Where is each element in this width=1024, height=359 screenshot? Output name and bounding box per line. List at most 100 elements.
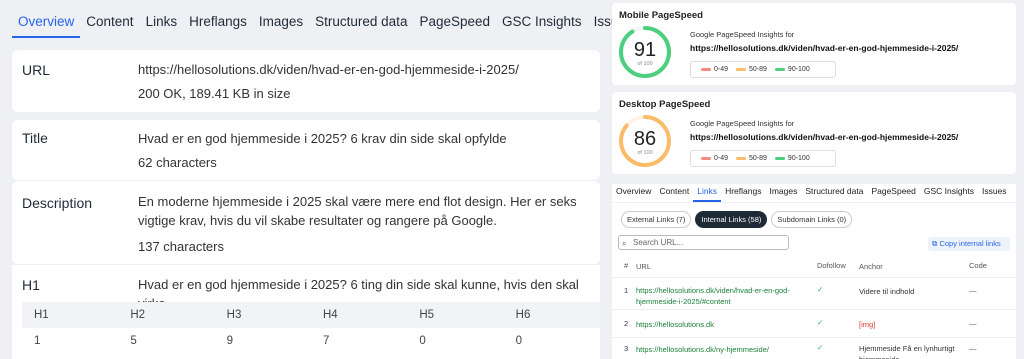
link-anchor: Hjemmeside Få en lynhurtigt hjemmeside [859, 344, 955, 359]
link-code: — [969, 344, 977, 353]
legend-red: 0-49 [701, 66, 728, 73]
title-char-count: 62 characters [138, 155, 217, 170]
external-links-pill[interactable]: External Links (7) [621, 211, 692, 228]
legend-orange: 50-89 [736, 155, 767, 162]
table-row: 3 https://hellosolutions.dk/ny-hjemmesid… [612, 337, 1016, 359]
heading-col-h5: H5 [419, 309, 435, 321]
legend-green: 90-100 [774, 66, 810, 73]
h1-count: 1 [34, 335, 41, 347]
col-code: Code [969, 261, 987, 270]
tab-gsc-insights[interactable]: GSC Insights [496, 8, 588, 38]
link-code: — [969, 286, 977, 295]
link-code: — [969, 319, 977, 328]
link-url[interactable]: https://hellosolutions.dk/viden/hvad-er-… [636, 285, 806, 307]
col-number: # [624, 261, 629, 270]
copy-internal-links-button[interactable]: ⧉ Copy internal links [928, 237, 1010, 251]
desktop-insights-label: Google PageSpeed Insights for [690, 119, 795, 128]
title-label: Title [22, 130, 48, 146]
subdomain-links-pill[interactable]: Subdomain Links (0) [771, 211, 853, 228]
heading-col-h6: H6 [515, 309, 531, 321]
tab-overview[interactable]: Overview [12, 8, 81, 38]
mobile-insights-url: https://hellosolutions.dk/viden/hvad-er-… [690, 43, 959, 53]
tab-content[interactable]: Content [655, 184, 693, 202]
description-label: Description [22, 195, 93, 211]
url-status: 200 OK, 189.41 KB in size [138, 86, 291, 101]
desktop-pagespeed-title: Desktop PageSpeed [619, 99, 711, 110]
dofollow-check: ✓ [817, 285, 824, 294]
links-panel: External Links (7) Internal Links (58) S… [612, 203, 1016, 359]
tab-hreflangs[interactable]: Hreflangs [183, 8, 253, 38]
url-label: URL [22, 62, 51, 78]
col-url: URL [636, 262, 652, 271]
h4-count: 7 [322, 335, 330, 347]
col-anchor: Anchor [859, 262, 883, 271]
description-card: Description En moderne hjemmeside i 2025… [12, 180, 600, 264]
title-card: Title Hvad er en god hjemmeside i 2025? … [12, 120, 600, 180]
h5-count: 0 [419, 335, 426, 347]
tab-links[interactable]: Links [693, 184, 722, 202]
description-char-count: 137 characters [138, 239, 224, 254]
desktop-insights-url: https://hellosolutions.dk/viden/hvad-er-… [690, 132, 959, 142]
links-view-tabs: Overview Content Links Hreflangs Images … [612, 184, 1016, 202]
heading-col-h3: H3 [226, 309, 242, 321]
tab-issues[interactable]: Issues [978, 184, 1011, 202]
headings-count-row: 1 5 9 7 0 0 [22, 328, 600, 354]
search-icon: ⌕ [622, 239, 627, 248]
legend-red: 0-49 [701, 155, 728, 162]
tab-content[interactable]: Content [80, 8, 139, 38]
tab-pagespeed[interactable]: PageSpeed [867, 184, 919, 202]
h2-count: 5 [130, 335, 137, 347]
search-url-input[interactable]: ⌕ Search URL... [618, 235, 789, 250]
internal-links-pill[interactable]: Internal Links (58) [695, 211, 768, 228]
tab-structured-data[interactable]: Structured data [801, 184, 867, 202]
seo-report-panel: Overview Content Links Hreflangs Images … [0, 0, 633, 359]
tab-images[interactable]: Images [253, 8, 309, 38]
desktop-score-gauge: 86 of 100 [618, 114, 672, 168]
link-url[interactable]: https://hellosolutions.dk/ny-hjemmeside/ [636, 344, 806, 355]
mobile-score: 91 [633, 39, 657, 61]
mobile-score-legend: 0-49 50-89 90-100 [690, 61, 836, 78]
mobile-pagespeed-card: Mobile PageSpeed 91 of 100 Google PageSp… [612, 3, 1016, 85]
h6-count: 0 [515, 335, 523, 347]
dofollow-check: ✓ [817, 343, 824, 352]
link-type-filters: External Links (7) Internal Links (58) S… [621, 211, 853, 228]
tab-images[interactable]: Images [765, 184, 801, 202]
legend-green: 90-100 [774, 155, 810, 162]
tab-gsc-insights[interactable]: GSC Insights [920, 184, 978, 202]
mobile-score-gauge: 91 of 100 [618, 25, 672, 79]
heading-col-h4: H4 [322, 309, 338, 321]
mobile-insights-label: Google PageSpeed Insights for [690, 30, 795, 39]
description-value: En moderne hjemmeside i 2025 skal være m… [138, 194, 577, 228]
h3-count: 9 [226, 335, 234, 347]
link-anchor: [img] [859, 320, 876, 329]
tab-hreflangs[interactable]: Hreflangs [721, 184, 765, 202]
table-row: 2 https://hellosolutions.dk ✓ [img] — [612, 309, 1016, 337]
headings-header-row: H1 H2 H3 H4 H5 H6 [22, 302, 600, 328]
col-dofollow: Dofollow [817, 261, 846, 270]
pagespeed-panel: Mobile PageSpeed 91 of 100 Google PageSp… [612, 0, 1024, 359]
headings-table: H1 H2 H3 H4 H5 H6 1 5 9 7 0 0 [22, 302, 600, 359]
legend-orange: 50-89 [736, 66, 767, 73]
desktop-score-legend: 0-49 50-89 90-100 [690, 150, 836, 167]
tab-structured-data[interactable]: Structured data [309, 8, 413, 38]
desktop-score: 86 [633, 128, 657, 150]
links-table-header: # URL Dofollow Anchor Code [612, 261, 1016, 275]
h1-label: H1 [22, 277, 40, 293]
desktop-score-of: of 100 [637, 150, 653, 156]
tab-links[interactable]: Links [140, 8, 184, 38]
link-url[interactable]: https://hellosolutions.dk [636, 319, 806, 330]
report-tabs: Overview Content Links Hreflangs Images … [12, 8, 639, 38]
url-card: URL https://hellosolutions.dk/viden/hvad… [12, 50, 600, 112]
tab-pagespeed[interactable]: PageSpeed [413, 8, 496, 38]
link-anchor: Videre til indhold [859, 287, 915, 296]
heading-col-h1: H1 [34, 309, 49, 321]
mobile-score-of: of 100 [637, 61, 653, 67]
dofollow-check: ✓ [817, 318, 824, 327]
tab-overview[interactable]: Overview [612, 184, 655, 202]
table-row: 1 https://hellosolutions.dk/viden/hvad-e… [612, 277, 1016, 309]
mobile-pagespeed-title: Mobile PageSpeed [619, 10, 703, 21]
desktop-pagespeed-card: Desktop PageSpeed 86 of 100 Google PageS… [612, 92, 1016, 174]
heading-col-h2: H2 [130, 309, 146, 321]
title-value: Hvad er en god hjemmeside i 2025? 6 krav… [138, 131, 507, 146]
page-url-link[interactable]: https://hellosolutions.dk/viden/hvad-er-… [138, 60, 588, 79]
